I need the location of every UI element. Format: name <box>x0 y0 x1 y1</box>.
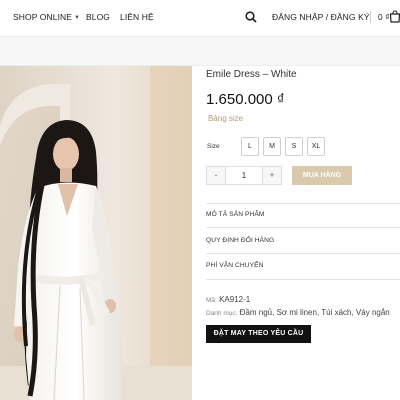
accordion-divider <box>206 227 400 228</box>
product-image[interactable] <box>0 66 192 400</box>
product-photo-illustration <box>0 66 192 400</box>
quantity-input[interactable] <box>226 167 262 184</box>
size-guide-link[interactable]: Bảng size <box>208 114 243 123</box>
quantity-stepper: - + <box>206 166 282 185</box>
categories-label: Danh mục: <box>206 310 238 317</box>
account-link[interactable]: ĐĂNG NHẬP / ĐĂNG KÝ <box>272 12 370 22</box>
size-option-s[interactable]: S <box>285 137 303 156</box>
product-sku: Mã: KA912-1 <box>206 295 250 304</box>
accordion-shipping-fee[interactable]: PHÍ VẬN CHUYỂN <box>206 262 263 269</box>
cart-total[interactable]: 0 ₫ <box>378 12 389 22</box>
nav-shop-online-label: SHOP ONLINE <box>13 12 73 22</box>
add-to-cart-button[interactable]: MUA HÀNG <box>292 166 352 185</box>
accordion-return-policy[interactable]: QUY ĐỊNH ĐỔI HÀNG <box>206 237 274 244</box>
categories-value[interactable]: Đầm ngủ, Sơ mi linen, Túi xách, Váy ngắn <box>240 308 390 317</box>
custom-order-button[interactable]: ĐẶT MAY THEO YÊU CẦU <box>206 325 311 343</box>
product-categories: Danh mục: Đầm ngủ, Sơ mi linen, Túi xách… <box>206 308 390 317</box>
breadcrumb-bar <box>0 36 400 66</box>
size-option-xl[interactable]: XL <box>307 137 325 156</box>
quantity-decrease-button[interactable]: - <box>207 167 226 184</box>
sku-value: KA912-1 <box>219 295 251 304</box>
cart-icon[interactable] <box>389 10 400 23</box>
size-label: Size <box>207 143 220 150</box>
accordion-divider <box>206 279 400 280</box>
quantity-increase-button[interactable]: + <box>262 167 281 184</box>
nav-item-contact[interactable]: LIÊN HỆ <box>120 12 154 22</box>
nav-item-blog[interactable]: BLOG <box>86 12 110 22</box>
nav-item-shop-online[interactable]: SHOP ONLINE ▼ <box>13 12 80 22</box>
product-price: 1.650.000 ₫ <box>206 91 285 108</box>
size-option-m[interactable]: M <box>263 137 281 156</box>
chevron-down-icon: ▼ <box>74 15 81 21</box>
accordion-divider <box>206 253 400 254</box>
accordion-description[interactable]: MÔ TẢ SẢN PHẨM <box>206 211 264 218</box>
search-icon[interactable] <box>245 11 257 23</box>
size-option-l[interactable]: L <box>241 137 259 156</box>
sku-label: Mã: <box>206 297 217 304</box>
product-title: Emile Dress – White <box>206 69 297 80</box>
header-divider <box>370 11 371 23</box>
site-header: ÍU SHOP ONLINE▼ BLOG LIÊN HỆ ĐĂNG NHẬP /… <box>0 0 400 36</box>
accordion-divider <box>206 203 400 204</box>
